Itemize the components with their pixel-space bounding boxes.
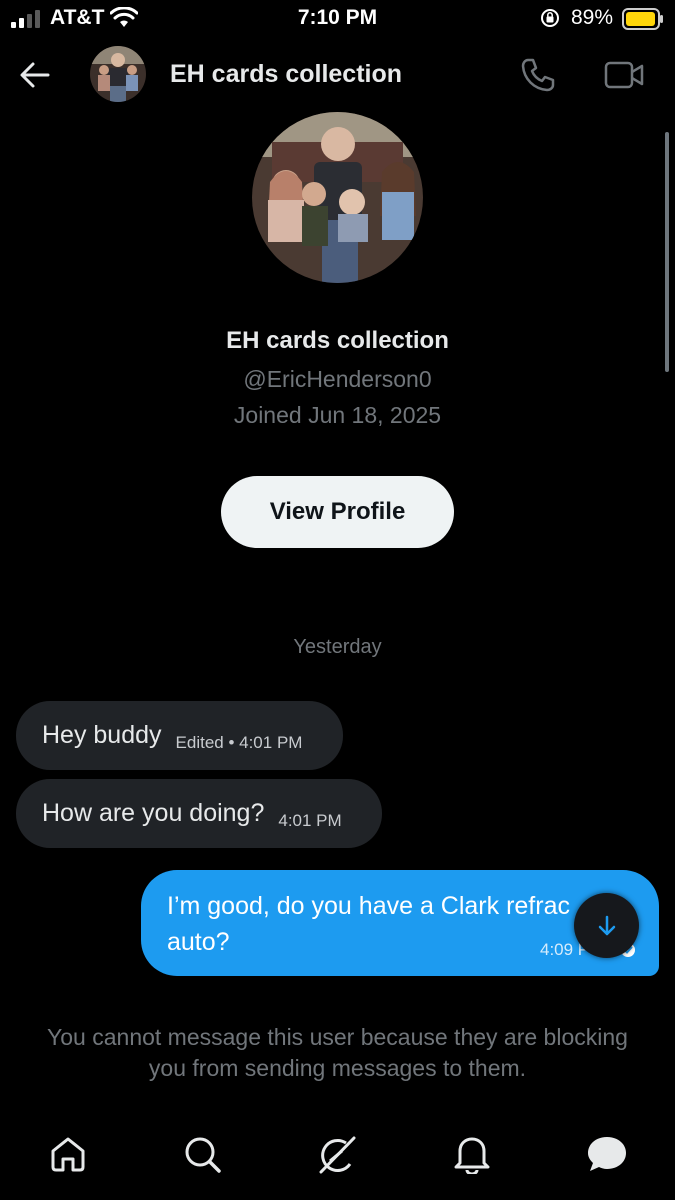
search-icon[interactable] <box>182 1134 222 1174</box>
phone-icon[interactable] <box>519 56 557 94</box>
battery-percent: 89% <box>570 6 613 29</box>
message-text: How are you doing? <box>42 799 265 827</box>
message-meta: 4:01 PM <box>278 810 342 830</box>
notifications-icon[interactable] <box>453 1134 491 1174</box>
scrollbar[interactable] <box>665 132 669 372</box>
message-bubble-incoming[interactable]: Hey buddy Edited • 4:01 PM <box>16 701 343 770</box>
bottom-nav <box>0 1120 675 1200</box>
message-bubble-incoming[interactable]: How are you doing? 4:01 PM <box>16 779 382 848</box>
message-meta: Edited • 4:01 PM <box>175 732 303 752</box>
conversation-header: EH cards collection <box>0 40 675 112</box>
messages-icon[interactable] <box>586 1134 628 1174</box>
profile-joined-date: Joined Jun 18, 2025 <box>233 402 442 428</box>
view-profile-button[interactable]: View Profile <box>221 476 454 548</box>
profile-name: EH cards collection <box>226 327 449 354</box>
status-bar: AT&T 7:10 PM 89% <box>0 0 675 40</box>
message-text: Hey buddy <box>42 721 162 749</box>
scroll-to-bottom-button[interactable] <box>574 893 639 958</box>
back-arrow-icon[interactable] <box>18 58 52 92</box>
battery-icon <box>622 8 663 30</box>
conversation-title[interactable]: EH cards collection <box>170 60 402 89</box>
rotation-lock-icon <box>541 9 559 27</box>
home-icon[interactable] <box>48 1134 88 1174</box>
avatar[interactable] <box>90 46 146 102</box>
profile-avatar[interactable] <box>252 112 423 283</box>
profile-handle: @EricHenderson0 <box>243 366 432 392</box>
video-icon[interactable] <box>604 60 644 90</box>
blocked-notice: You cannot message this user because the… <box>47 1024 628 1081</box>
day-separator: Yesterday <box>293 636 382 658</box>
arrow-down-icon <box>598 915 615 935</box>
grok-icon[interactable] <box>316 1134 358 1176</box>
